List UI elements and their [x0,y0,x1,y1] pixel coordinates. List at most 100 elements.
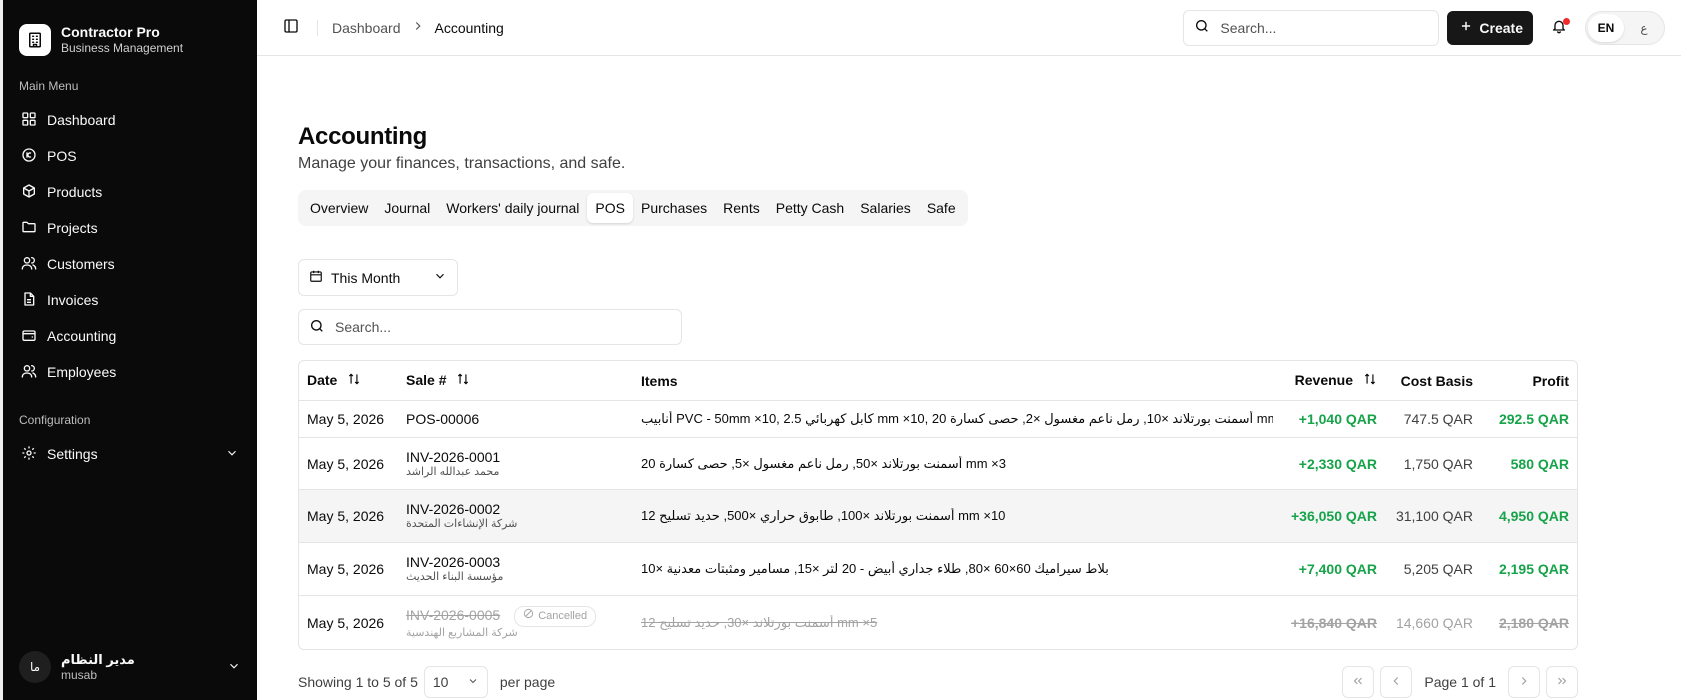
sidebar-item-label: POS [47,148,77,164]
cell-items: أسمنت بورتلاند ×50, رمل ناعم مغسول ×5, ح… [641,455,1006,471]
sidebar-item-label: Products [47,184,103,200]
tab-salaries[interactable]: Salaries [852,193,919,223]
table-row[interactable]: May 5, 2026 INV-2026-0005 Cancelled شركة … [299,596,1577,649]
global-search-input[interactable] [1220,19,1421,36]
pagination: Showing 1 to 5 of 5 10 per page Page 1 o… [298,666,1578,698]
column-header-revenue[interactable]: Revenue [1273,372,1385,390]
status-label: Cancelled [538,609,588,622]
table-row[interactable]: May 5, 2026 INV-2026-0002 شركة الإنشاءات… [299,490,1577,543]
chevron-down-icon [467,674,479,690]
chevron-down-icon [225,446,239,463]
column-header-sale[interactable]: Sale # [398,372,633,390]
tab-petty-cash[interactable]: Petty Cash [768,193,852,223]
sidebar-item-settings[interactable]: Settings [11,436,249,472]
cell-date: May 5, 2026 [307,614,385,631]
sidebar-item-pos[interactable]: POS [11,138,249,174]
cell-revenue: +16,840 QAR [1291,614,1377,631]
chevrons-right-icon [1555,674,1569,691]
status-badge: Cancelled [514,605,597,627]
cell-cost-basis: 747.5 QAR [1403,411,1473,427]
cell-sale: INV-2026-0001 محمد عبدالله الراشد [398,449,633,479]
cell-profit: 580 QAR [1510,455,1569,472]
cell-sale: POS-00006 [398,411,633,428]
sidebar-toggle-button[interactable] [275,12,307,44]
lang-en[interactable]: EN [1588,13,1624,42]
sidebar-item-customers[interactable]: Customers [11,246,249,282]
table-search-input[interactable] [335,319,655,335]
tab-purchases[interactable]: Purchases [633,193,715,223]
tab-pos[interactable]: POS [587,193,633,223]
cell-items: أسمنت بورتلاند ×30, حديد تسليح 12 mm ×5 [641,614,878,630]
sidebar-item-accounting[interactable]: Accounting [11,318,249,354]
sidebar-item-dashboard[interactable]: Dashboard [11,102,249,138]
next-page-button[interactable] [1508,666,1540,698]
first-page-button[interactable] [1342,666,1375,698]
tab-journal[interactable]: Journal [376,193,438,223]
column-header-label: Date [307,371,338,388]
user-menu[interactable]: ما مدير النظام musab [11,644,249,690]
sidebar-item-products[interactable]: Products [11,174,249,210]
sidebar-item-label: Invoices [47,292,99,308]
per-page-label: per page [499,674,556,690]
table-search[interactable] [298,309,682,345]
sidebar-item-label: Projects [47,220,98,236]
tab-workers-daily-journal[interactable]: Workers' daily journal [438,193,587,223]
cell-profit: 2,195 QAR [1498,561,1569,577]
sale-customer: شركة المشاريع الهندسية [406,626,518,639]
building-icon [19,24,51,56]
main-menu-label: Main Menu [19,79,79,93]
chevron-left-icon [1389,674,1403,691]
chevron-right-icon [411,19,425,36]
tab-safe[interactable]: Safe [919,193,964,223]
column-header-label: Revenue [1294,371,1353,388]
cell-revenue: +2,330 QAR [1298,455,1377,472]
notification-dot [1563,17,1570,25]
global-search[interactable] [1183,9,1440,46]
table-row[interactable]: May 5, 2026 POS-00006 أنابيب PVC - 50mm … [299,401,1577,438]
cell-items: بلاط سيراميك 60×60 ×80, طلاء جداري أبيض … [641,561,1109,576]
cell-sale: INV-2026-0005 Cancelled شركة المشاريع اله… [398,605,633,640]
notifications-button[interactable] [1541,10,1577,46]
ban-icon [523,608,534,625]
top-header: Dashboard Accounting Create EN ع [257,0,1681,56]
folder-icon [21,219,37,238]
previous-page-button[interactable] [1380,666,1413,698]
chevrons-left-icon [1351,674,1365,691]
table-row[interactable]: May 5, 2026 INV-2026-0001 محمد عبدالله ا… [299,438,1577,490]
period-value: This Month [331,269,401,286]
brand[interactable]: Contractor Pro Business Management [3,0,257,64]
sidebar-item-employees[interactable]: Employees [11,354,249,390]
user-name: مدير النظام [61,651,135,667]
wallet-icon [21,327,37,346]
period-select[interactable]: This Month [298,259,458,296]
cell-date: May 5, 2026 [307,561,385,577]
pos-icon [21,147,37,166]
lang-ar[interactable]: ع [1626,14,1662,42]
sale-number: INV-2026-0003 [406,554,501,570]
breadcrumb-accounting: Accounting [434,19,504,36]
sidebar-menu: Dashboard POS Products Projects Customer… [3,102,257,390]
sale-number: INV-2026-0001 [406,448,501,465]
avatar: ما [19,651,51,683]
last-page-button[interactable] [1546,666,1578,698]
cell-cost-basis: 31,100 QAR [1395,508,1473,524]
page-subtitle: Manage your finances, transactions, and … [298,155,626,172]
sidebar: Contractor Pro Business Management Main … [0,0,257,700]
sort-icon [1363,372,1377,389]
cell-cost-basis: 14,660 QAR [1395,614,1473,631]
users-icon [21,255,37,274]
language-switcher[interactable]: EN ع [1585,10,1665,45]
table-row[interactable]: May 5, 2026 INV-2026-0003 مؤسسة البناء ا… [299,543,1577,596]
sidebar-item-projects[interactable]: Projects [11,210,249,246]
per-page-select[interactable]: 10 [423,666,488,698]
cell-revenue: +36,050 QAR [1291,508,1377,524]
tab-overview[interactable]: Overview [302,193,376,223]
sale-number: POS-00006 [406,410,480,427]
accounting-tabs: Overview Journal Workers' daily journal … [298,190,968,226]
breadcrumb-dashboard[interactable]: Dashboard [332,20,401,36]
create-button[interactable]: Create [1447,10,1533,45]
column-header-date[interactable]: Date [299,372,398,390]
cell-date: May 5, 2026 [307,508,385,524]
tab-rents[interactable]: Rents [715,193,768,223]
sidebar-item-invoices[interactable]: Invoices [11,282,249,318]
